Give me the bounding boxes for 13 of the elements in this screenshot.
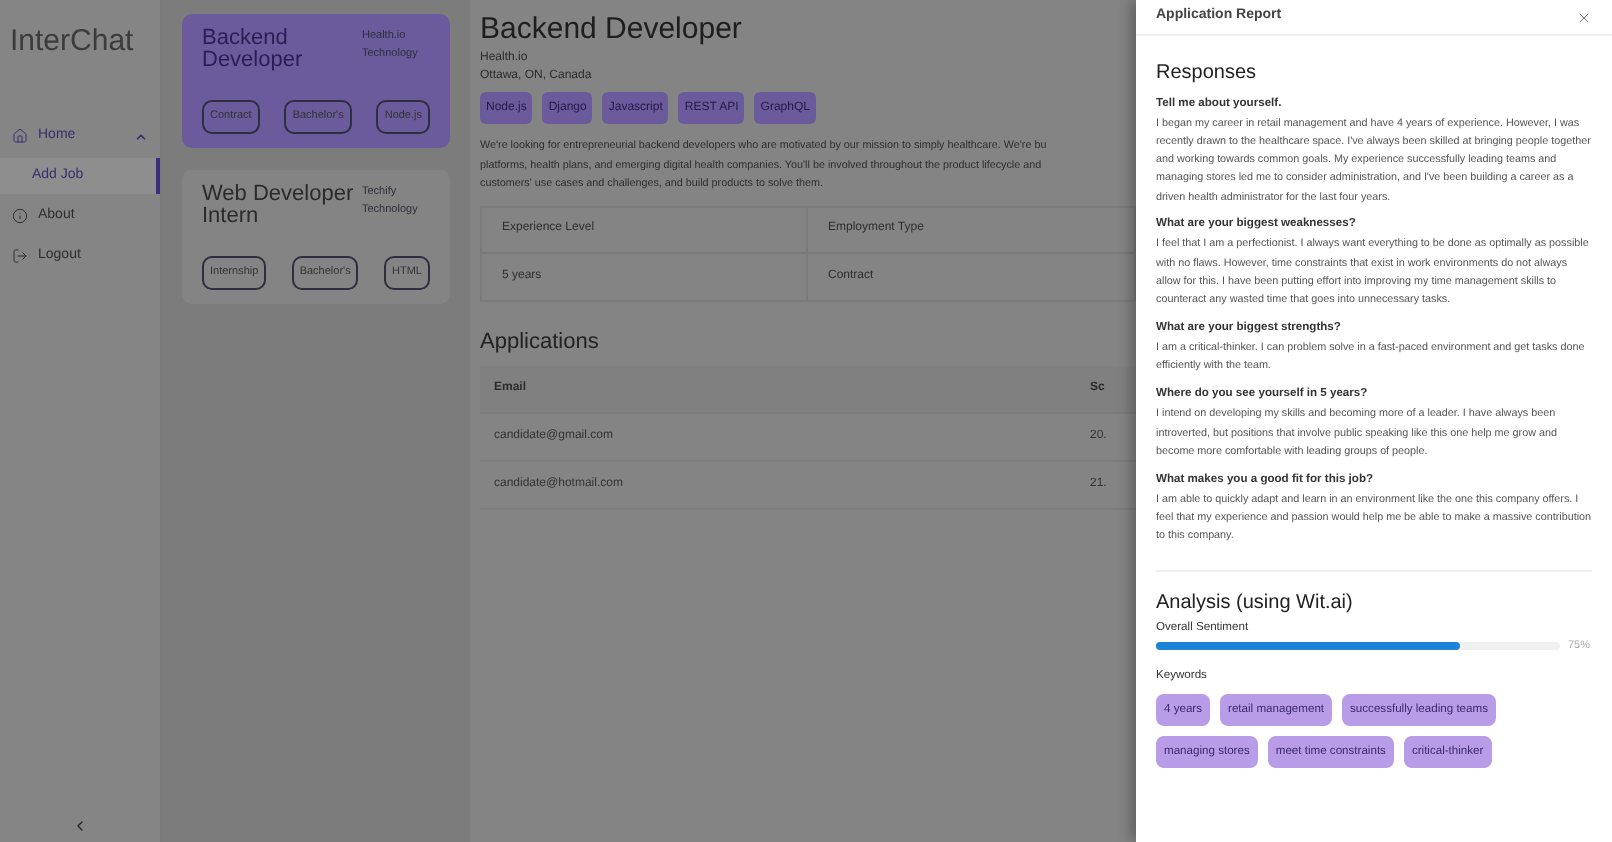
job-card-title: Backend Developer xyxy=(202,28,305,70)
nav-icon xyxy=(12,128,28,144)
app-logo: InterChat xyxy=(8,22,136,62)
nav-icon xyxy=(12,248,28,264)
applications-heading: Applications xyxy=(480,327,601,358)
caret-icon xyxy=(134,129,148,143)
job-card-title: Web Developer Intern xyxy=(202,184,356,226)
close-button[interactable] xyxy=(1576,9,1592,25)
job-title: Backend Developer xyxy=(480,10,744,50)
analysis-heading: Analysis (using Wit.ai) xyxy=(1156,589,1355,616)
nav-icon xyxy=(12,208,28,224)
collapse-icon[interactable] xyxy=(72,818,88,834)
responses-heading: Responses xyxy=(1156,60,1259,86)
